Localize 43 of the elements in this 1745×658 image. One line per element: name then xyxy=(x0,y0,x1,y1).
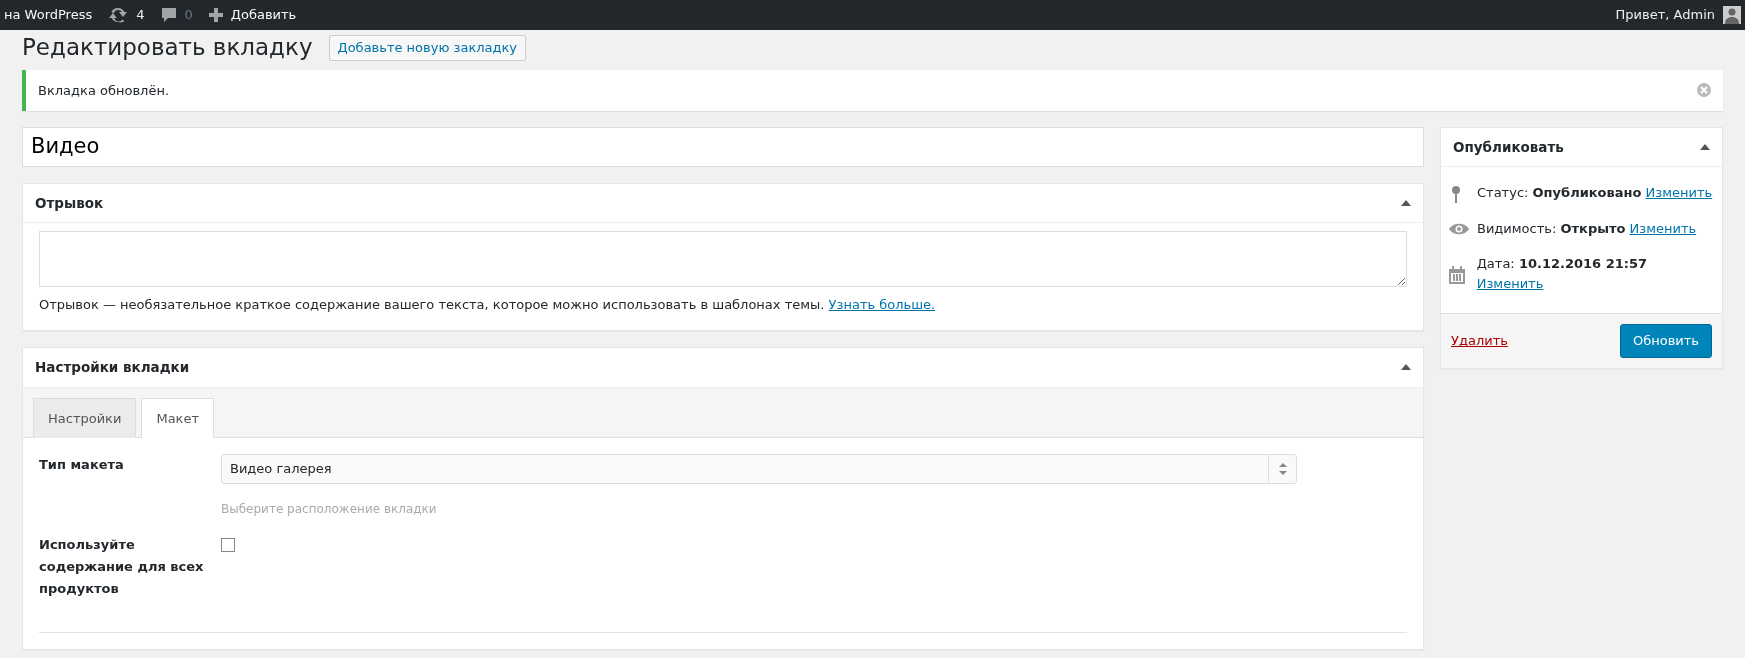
excerpt-field[interactable] xyxy=(39,230,1407,287)
edit-link[interactable]: Изменить xyxy=(1645,185,1713,201)
sort-arrows-icon xyxy=(1278,463,1287,476)
comment-icon xyxy=(160,7,177,23)
field-label: Используйте содержание для всех продуктов xyxy=(39,536,205,599)
publish-info: Статус: Опубликовано Изменить xyxy=(1477,184,1713,203)
field-label: Тип макета xyxy=(39,456,125,475)
tab[interactable]: Настройки xyxy=(33,397,137,439)
add-new-link[interactable]: Добавить xyxy=(230,5,297,25)
edit-link[interactable]: Изменить xyxy=(1629,220,1697,236)
collapse-arrow-icon[interactable] xyxy=(1401,364,1411,371)
help-text: Выберите расположение вкладки xyxy=(221,501,438,519)
tab[interactable]: Макет xyxy=(141,397,215,439)
greeting-text[interactable]: Привет, Admin xyxy=(1615,5,1715,25)
site-link[interactable]: на WordPress xyxy=(4,5,93,25)
panel-title: Отрывок xyxy=(35,193,104,213)
edit-link[interactable]: Изменить xyxy=(1476,275,1544,291)
notice-text: Вкладка обновлён. xyxy=(38,81,169,100)
excerpt-hint: Отрывок — необязательное краткое содержание вашего текста, которое можно использовать в шаблонах темы. Узнать больше. xyxy=(39,295,937,314)
layout-select[interactable]: Видео галерея xyxy=(221,454,1297,485)
dismiss-icon xyxy=(1697,83,1711,98)
learn-more-link[interactable]: Узнать больше. xyxy=(828,296,936,312)
comment-count: 0 xyxy=(184,6,193,25)
panel-title: Настройки вкладки xyxy=(35,358,190,378)
select-value: Видео галерея xyxy=(229,460,333,479)
pin-icon xyxy=(1449,184,1463,203)
checkbox[interactable] xyxy=(221,538,235,553)
publish-info: Дата: 10.12.2016 21:57 Изменить xyxy=(1476,255,1649,293)
collapse-arrow-icon[interactable] xyxy=(1401,199,1411,206)
collapse-arrow-icon[interactable] xyxy=(1700,144,1710,151)
publish-info: Видимость: Открыто Изменить xyxy=(1477,219,1697,238)
update-count: 4 xyxy=(136,6,145,25)
plus-icon xyxy=(208,8,223,22)
panel-title: Опубликовать xyxy=(1453,138,1564,158)
refresh-icon xyxy=(108,6,129,24)
delete-link[interactable]: Удалить xyxy=(1451,331,1508,351)
calendar-icon xyxy=(1449,265,1465,284)
page-title: Редактировать вкладку xyxy=(22,34,313,62)
update-button[interactable]: Обновить xyxy=(1619,324,1712,358)
avatar-icon xyxy=(1723,6,1741,24)
add-new-button[interactable]: Добавьте новую закладку xyxy=(328,35,527,61)
title-field[interactable]: Видео xyxy=(22,127,1424,167)
eye-icon xyxy=(1449,222,1469,237)
